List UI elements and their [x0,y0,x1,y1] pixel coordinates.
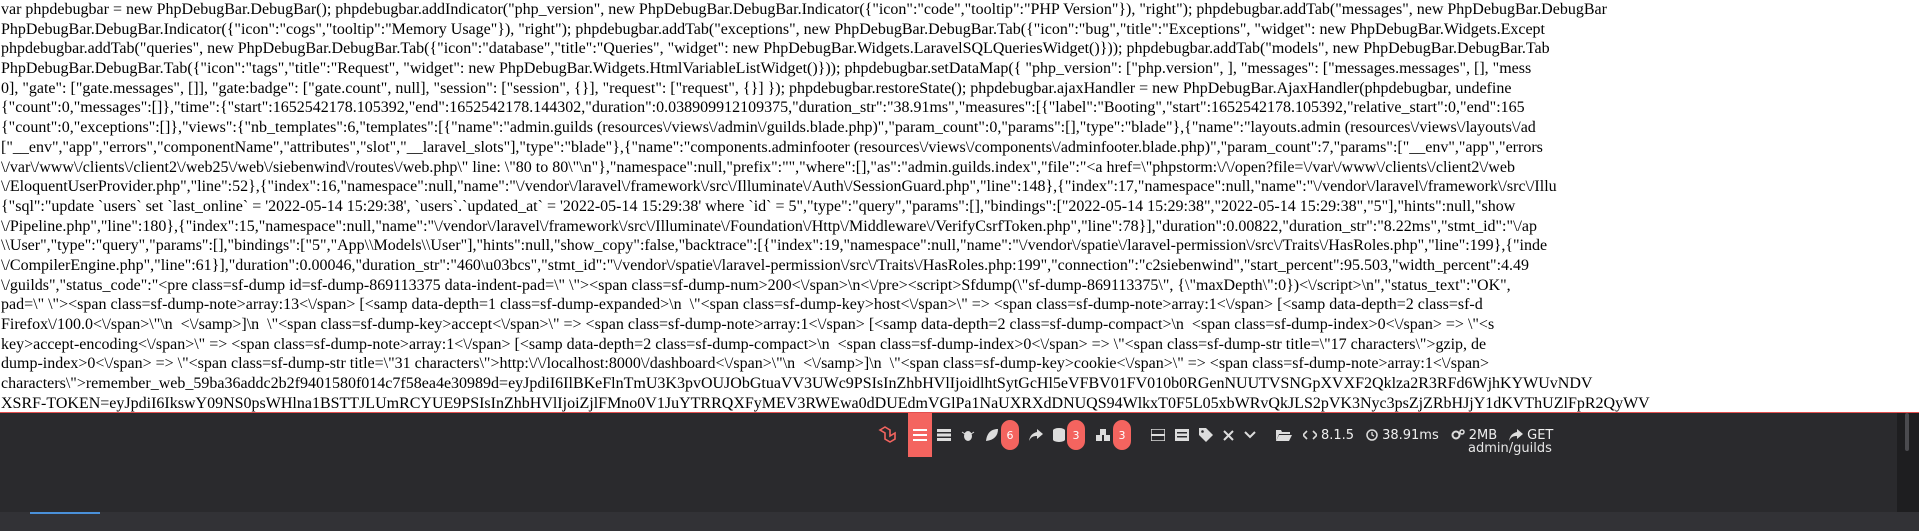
dump-line: key>accept-encoding<\/span>\" => <span c… [1,335,1487,353]
php-version-text: 8.1.5 [1321,427,1355,443]
clock-icon [1366,429,1378,441]
dump-line: {"sql":"update `users` set `last_online`… [1,197,1516,215]
dump-line: {"count":0,"exceptions":[]},"views":{"nb… [1,119,1536,137]
queries-badge: 3 [1067,420,1085,450]
views-badge: 6 [1001,420,1019,450]
request-duration-indicator[interactable]: 38.91ms [1360,428,1445,443]
folder-open-icon [1276,430,1292,441]
laravel-logo-icon[interactable] [868,413,908,457]
tab-gate[interactable] [1170,413,1194,457]
dump-line: \/var\/www\/clients\/client2\/web25\/web… [1,158,1515,176]
tab-messages[interactable] [908,413,932,457]
php-version-indicator[interactable]: 8.1.5 [1297,428,1360,443]
dump-line: {"count":0,"messages":[]},"time":{"start… [1,99,1525,117]
active-task-indicator [30,512,100,514]
raw-script-dump: var phpdebugbar = new PhpDebugBar.DebugB… [0,0,1919,412]
dump-line: dump-index>0<\/span> => \"<span class=sf… [1,355,1490,373]
debugbar-scrollbar-thumb[interactable] [1905,413,1909,451]
dump-line: ["__env","app","errors","componentName",… [1,138,1543,156]
tab-views[interactable]: 6 [980,413,1024,457]
open-handler-button[interactable] [1271,413,1297,457]
inbox-icon [1151,429,1165,441]
dump-line: PhpDebugBar.DebugBar.Indicator({"icon":"… [1,20,1545,38]
tags-icon [1199,428,1213,442]
tab-timeline[interactable] [932,413,956,457]
dump-line: \/Pipeline.php","line":180},{"index":15,… [1,217,1538,235]
dump-line: var phpdebugbar = new PhpDebugBar.DebugB… [1,1,1607,18]
list-icon [913,429,927,441]
share-icon [1509,429,1524,441]
dump-line: PhpDebugBar.DebugBar.Tab({"icon":"tags",… [1,60,1532,78]
dump-line: phpdebugbar.addTab("queries", new PhpDeb… [1,40,1550,58]
tab-exceptions[interactable] [956,413,980,457]
cubes-icon [1096,429,1110,441]
ajax-url-text: admin/guilds [1468,441,1552,456]
tab-request[interactable] [1194,413,1218,457]
minimize-debugbar-button[interactable] [1239,413,1261,457]
close-icon [1223,429,1234,441]
tab-models[interactable]: 3 [1090,413,1136,457]
leaf-icon [986,429,998,441]
models-badge: 3 [1113,420,1131,450]
list-alt-icon [1175,429,1189,441]
dump-line: \/EloquentUserProvider.php","line":52},{… [1,178,1557,196]
tab-queries[interactable]: 3 [1048,413,1090,457]
tab-route[interactable] [1024,413,1048,457]
dump-line: \/guilds","status_code":"<pre class=sf-d… [1,276,1511,294]
dump-line: 0], "gate": ["gate.messages", []], "gate… [1,79,1512,97]
tasks-icon [937,429,951,441]
dump-line: \\User","type":"query","params":[],"bind… [1,237,1548,255]
request-duration-text: 38.91ms [1382,427,1439,443]
dump-line: \/CompilerEngine.php","line":61}],"durat… [1,256,1530,274]
close-debugbar-button[interactable] [1218,413,1239,457]
dump-line: Firefox\/100.0<\/span>\"\n <\/samp>]\n \… [1,316,1495,333]
bottom-strip [0,512,1919,531]
tab-mails[interactable] [1146,413,1170,457]
chevron-down-icon [1244,431,1256,439]
bug-icon [961,431,975,441]
share-icon [1029,429,1043,441]
database-icon [1053,428,1065,442]
dump-line: characters\">remember_web_59ba36addc2b2f… [1,375,1593,393]
dump-line: pad=\" \"><span class=sf-dump-note>array… [1,296,1483,314]
dump-line: XSRF-TOKEN=eyJpdiI6IkswY09NS0psWHlna1BST… [1,394,1650,412]
code-icon [1303,430,1317,440]
cogs-icon [1451,429,1465,440]
debugbar-toolbar: 6 3 3 8.1.5 38.91ms 2MB GET [868,413,1559,457]
